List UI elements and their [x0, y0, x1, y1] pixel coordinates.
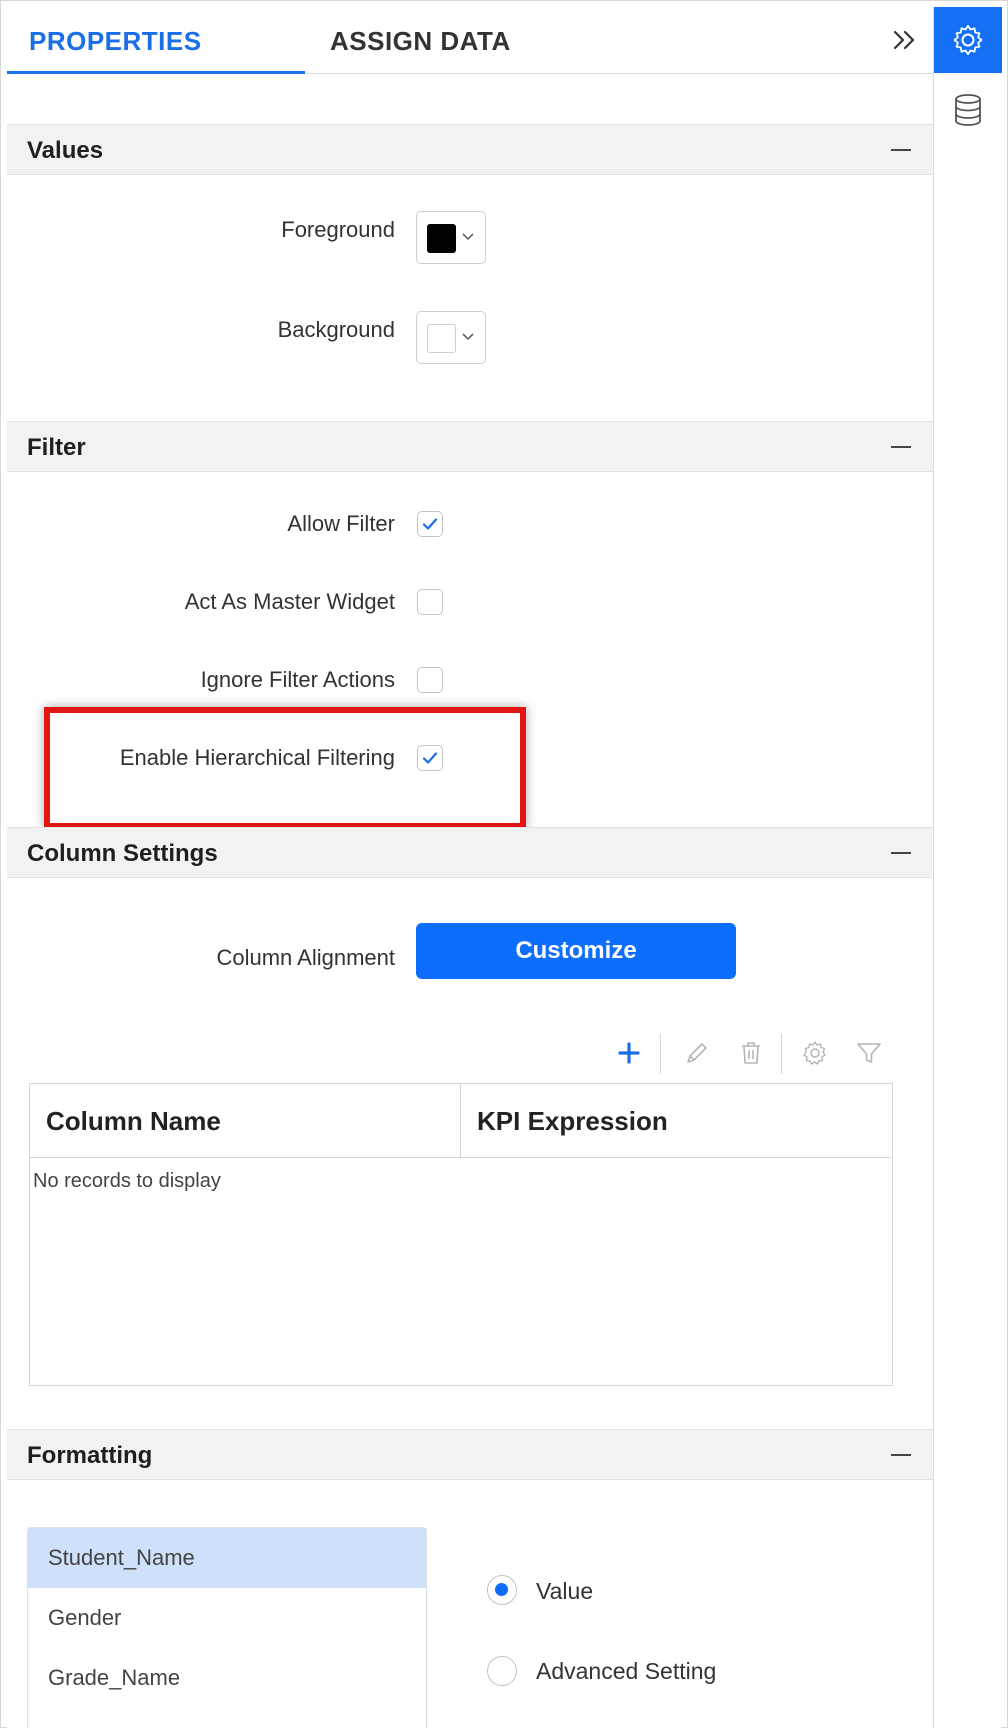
tab-properties[interactable]: PROPERTIES [29, 7, 202, 74]
section-title: Values [27, 137, 104, 164]
grid-header-kpi-expression[interactable]: KPI Expression [461, 1084, 891, 1158]
collapse-minus-icon[interactable] [891, 1454, 911, 1456]
section-filter-header[interactable]: Filter [7, 421, 933, 472]
tab-assign-data[interactable]: ASSIGN DATA [330, 7, 511, 74]
background-label: Background [277, 317, 395, 342]
chevron-down-icon [462, 333, 474, 341]
formatting-field-list: Student_Name Gender Grade_Name [27, 1527, 427, 1728]
value-radio-label[interactable]: Value [536, 1578, 593, 1605]
ignore-filter-actions-label: Ignore Filter Actions [200, 667, 395, 692]
filter-funnel-icon[interactable] [853, 1037, 885, 1069]
customize-button[interactable]: Customize [416, 923, 736, 979]
checkmark-icon [422, 518, 438, 530]
delete-trash-icon[interactable] [735, 1037, 767, 1069]
value-radio[interactable] [487, 1575, 517, 1605]
list-item[interactable]: Grade_Name [28, 1648, 426, 1708]
edit-pencil-icon[interactable] [681, 1037, 713, 1069]
foreground-label: Foreground [281, 217, 395, 242]
active-tab-indicator [7, 71, 305, 74]
column-alignment-label: Column Alignment [216, 945, 395, 970]
column-settings-grid: Column Name KPI Expression No records to… [29, 1083, 893, 1386]
enable-hierarchical-filtering-checkbox[interactable] [417, 745, 443, 771]
section-title: Column Settings [27, 840, 218, 867]
properties-panel: PROPERTIES ASSIGN DATA Values Foreground… [7, 7, 933, 1728]
section-values-header[interactable]: Values [7, 124, 933, 175]
ignore-filter-actions-checkbox[interactable] [417, 667, 443, 693]
section-title: Filter [27, 434, 86, 461]
section-formatting-header[interactable]: Formatting [7, 1429, 933, 1480]
list-item[interactable]: Gender [28, 1588, 426, 1648]
advanced-setting-radio-label[interactable]: Advanced Setting [536, 1658, 716, 1685]
foreground-swatch [427, 224, 456, 253]
list-item[interactable]: Student_Name [28, 1528, 426, 1588]
grid-empty-message: No records to display [33, 1170, 221, 1192]
toolbar-separator [660, 1034, 661, 1074]
checkmark-icon [422, 752, 438, 764]
grid-header-row: Column Name KPI Expression [30, 1084, 891, 1158]
collapse-panel-icon[interactable] [887, 23, 921, 57]
toolbar-separator [781, 1034, 782, 1074]
advanced-setting-radio[interactable] [487, 1656, 517, 1686]
properties-gear-icon[interactable] [934, 7, 1002, 73]
allow-filter-label: Allow Filter [287, 511, 395, 536]
allow-filter-checkbox[interactable] [417, 511, 443, 537]
chevron-down-icon [462, 233, 474, 241]
data-database-icon[interactable] [934, 77, 1002, 143]
settings-gear-icon[interactable] [799, 1037, 831, 1069]
section-column-settings-header[interactable]: Column Settings [7, 827, 933, 878]
collapse-minus-icon[interactable] [891, 852, 911, 854]
add-icon[interactable] [613, 1037, 645, 1069]
background-swatch [427, 324, 456, 353]
act-as-master-widget-checkbox[interactable] [417, 589, 443, 615]
side-rail [933, 7, 1002, 1728]
tab-bar: PROPERTIES ASSIGN DATA [7, 7, 933, 74]
background-color-picker[interactable] [416, 311, 486, 364]
collapse-minus-icon[interactable] [891, 149, 911, 151]
section-title: Formatting [27, 1442, 153, 1469]
enable-hierarchical-filtering-label: Enable Hierarchical Filtering [119, 745, 395, 770]
act-as-master-widget-label: Act As Master Widget [184, 589, 395, 614]
foreground-color-picker[interactable] [416, 211, 486, 264]
grid-header-column-name[interactable]: Column Name [30, 1084, 461, 1158]
collapse-minus-icon[interactable] [891, 446, 911, 448]
